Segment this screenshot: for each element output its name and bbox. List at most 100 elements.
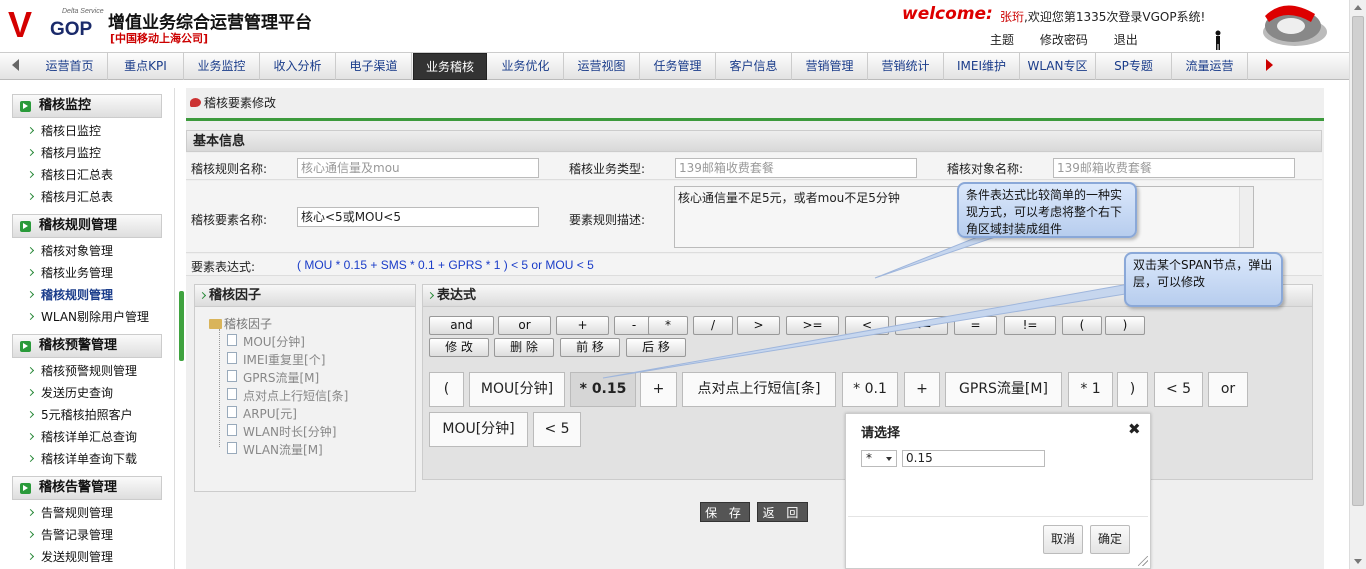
factor-item-sms[interactable]: 点对点上行短信[条] (227, 387, 348, 404)
nav-item-marketing-stats[interactable]: 营销统计 (868, 53, 944, 80)
sidebar-item-daily-monitor[interactable]: 稽核日监控 (0, 120, 174, 142)
nav-item-imei[interactable]: IMEI维护 (944, 53, 1020, 80)
sidebar-item-alarm-rule[interactable]: 告警规则管理 (0, 502, 174, 524)
expr-token[interactable]: MOU[分钟] (429, 412, 528, 447)
sidebar-group-warning-mgmt[interactable]: 稽核预警管理 (12, 334, 162, 358)
confirm-button[interactable]: 确定 (1090, 525, 1130, 554)
nav-item-wlan[interactable]: WLAN专区 (1020, 53, 1096, 80)
op-equal-button[interactable]: = (954, 316, 997, 335)
op-multiply-button[interactable]: * (648, 316, 688, 335)
expr-token[interactable]: * 1 (1068, 372, 1113, 407)
cancel-button[interactable]: 取消 (1043, 525, 1083, 554)
rule-name-field[interactable]: 核心通信量及mou (297, 158, 539, 178)
sidebar-item-biz-mgmt[interactable]: 稽核业务管理 (0, 262, 174, 284)
back-button[interactable]: 返 回 (757, 502, 808, 522)
op-and-button[interactable]: and (429, 316, 494, 335)
sidebar-item-object-mgmt[interactable]: 稽核对象管理 (0, 240, 174, 262)
expr-token[interactable]: GPRS流量[M] (945, 372, 1062, 407)
expr-token[interactable]: MOU[分钟] (469, 372, 565, 407)
op-greater-button[interactable]: > (737, 316, 780, 335)
sidebar-item-wlan-exclude[interactable]: WLAN剔除用户管理 (0, 306, 174, 328)
nav-item-biz-audit[interactable]: 业务稽核 (413, 53, 487, 80)
op-plus-button[interactable]: + (556, 316, 609, 335)
expr-token[interactable]: ) (1117, 372, 1148, 407)
expr-token[interactable]: * 0.1 (842, 372, 898, 407)
nav-item-biz-monitor[interactable]: 业务监控 (184, 53, 260, 80)
car-logo-icon (1263, 5, 1327, 46)
value-input[interactable]: 0.15 (902, 450, 1045, 467)
expr-token[interactable]: + (904, 372, 940, 407)
scroll-up-arrow-icon[interactable] (1354, 5, 1362, 10)
nav-item-sp[interactable]: SP专题 (1096, 53, 1172, 80)
resize-grip-icon[interactable] (1138, 556, 1148, 566)
biz-type-field[interactable]: 139邮箱收费套餐 (675, 158, 917, 178)
logo-v: V (8, 4, 32, 45)
page-scrollbar[interactable] (1349, 0, 1366, 569)
change-password-link[interactable]: 修改密码 (1040, 33, 1088, 47)
nav-next-arrow-icon[interactable] (1266, 59, 1273, 71)
object-name-field[interactable]: 139邮箱收费套餐 (1053, 158, 1295, 178)
sidebar-item-alarm-record[interactable]: 告警记录管理 (0, 524, 174, 546)
factor-item-imei[interactable]: IMEI重复里[个] (227, 351, 325, 368)
nav-item-traffic[interactable]: 流量运营 (1172, 53, 1248, 80)
op-less-button[interactable]: < (845, 316, 889, 335)
expr-token[interactable]: ( (429, 372, 464, 407)
sidebar-item-warning-rule[interactable]: 稽核预警规则管理 (0, 360, 174, 382)
nav-item-task[interactable]: 任务管理 (640, 53, 716, 80)
expr-token[interactable]: 点对点上行短信[条] (682, 372, 836, 407)
sidebar-group-audit-monitor[interactable]: 稽核监控 (12, 94, 162, 118)
nav-item-e-channel[interactable]: 电子渠道 (336, 53, 412, 80)
sidebar-item-detail-download[interactable]: 稽核详单查询下载 (0, 448, 174, 470)
factor-item-gprs[interactable]: GPRS流量[M] (227, 369, 319, 386)
sidebar-item-daily-summary[interactable]: 稽核日汇总表 (0, 164, 174, 186)
factor-item-mou[interactable]: MOU[分钟] (227, 333, 305, 350)
op-not-equal-button[interactable]: != (1004, 316, 1056, 335)
sidebar-item-5yuan-customers[interactable]: 5元稽核拍照客户 (0, 404, 174, 426)
operator-select[interactable]: * (861, 450, 897, 467)
factor-item-arpu[interactable]: ARPU[元] (227, 405, 297, 422)
scroll-down-arrow-icon[interactable] (1354, 559, 1362, 564)
element-name-field[interactable]: 核心<5或MOU<5 (297, 207, 539, 227)
sidebar-item-send-rule[interactable]: 发送规则管理 (0, 546, 174, 568)
factor-item-wlan-traffic[interactable]: WLAN流量[M] (227, 441, 323, 458)
op-greater-equal-button[interactable]: >= (786, 316, 839, 335)
move-back-button[interactable]: 后 移 (626, 338, 686, 357)
expr-token[interactable]: < 5 (533, 412, 581, 447)
nav-item-home[interactable]: 运营首页 (32, 53, 108, 80)
factor-item-wlan-time[interactable]: WLAN时长[分钟] (227, 423, 336, 440)
op-rparen-button[interactable]: ) (1105, 316, 1145, 335)
nav-item-customer[interactable]: 客户信息 (716, 53, 792, 80)
nav-item-revenue[interactable]: 收入分析 (260, 53, 336, 80)
rule-name-label: 稽核规则名称: (191, 162, 268, 176)
op-or-button[interactable]: or (498, 316, 551, 335)
sidebar-group-alarm-mgmt[interactable]: 稽核告警管理 (12, 476, 162, 500)
nav-item-marketing[interactable]: 营销管理 (792, 53, 868, 80)
sidebar-item-rule-mgmt[interactable]: 稽核规则管理 (0, 284, 174, 306)
sidebar-item-detail-summary[interactable]: 稽核详单汇总查询 (0, 426, 174, 448)
nav-item-kpi[interactable]: 重点KPI (108, 53, 184, 80)
op-less-equal-button[interactable]: <= (895, 316, 948, 335)
sidebar-item-monthly-summary[interactable]: 稽核月汇总表 (0, 186, 174, 208)
logout-link[interactable]: 退出 (1114, 33, 1138, 47)
expr-token[interactable]: or (1208, 372, 1248, 407)
scroll-thumb[interactable] (1352, 16, 1364, 506)
expr-token-selected[interactable]: * 0.15 (570, 372, 636, 407)
sidebar-item-monthly-monitor[interactable]: 稽核月监控 (0, 142, 174, 164)
op-lparen-button[interactable]: ( (1062, 316, 1102, 335)
move-forward-button[interactable]: 前 移 (560, 338, 620, 357)
save-button[interactable]: 保 存 (700, 502, 750, 522)
close-icon[interactable]: ✖ (1128, 420, 1141, 438)
nav-item-ops-view[interactable]: 运营视图 (564, 53, 640, 80)
nav-item-biz-optimize[interactable]: 业务优化 (488, 53, 564, 80)
textarea-scrollbar[interactable] (1239, 187, 1253, 247)
expr-token[interactable]: < 5 (1154, 372, 1203, 407)
sidebar-group-rule-mgmt[interactable]: 稽核规则管理 (12, 214, 162, 238)
modify-button[interactable]: 修 改 (429, 338, 489, 357)
op-divide-button[interactable]: / (693, 316, 733, 335)
expr-token[interactable]: + (640, 372, 677, 407)
delete-button[interactable]: 删 除 (494, 338, 554, 357)
nav-prev-arrow-icon[interactable] (12, 59, 19, 71)
sidebar-toggle-handle[interactable] (179, 291, 184, 361)
theme-link[interactable]: 主题 (990, 33, 1014, 47)
sidebar-item-send-history[interactable]: 发送历史查询 (0, 382, 174, 404)
